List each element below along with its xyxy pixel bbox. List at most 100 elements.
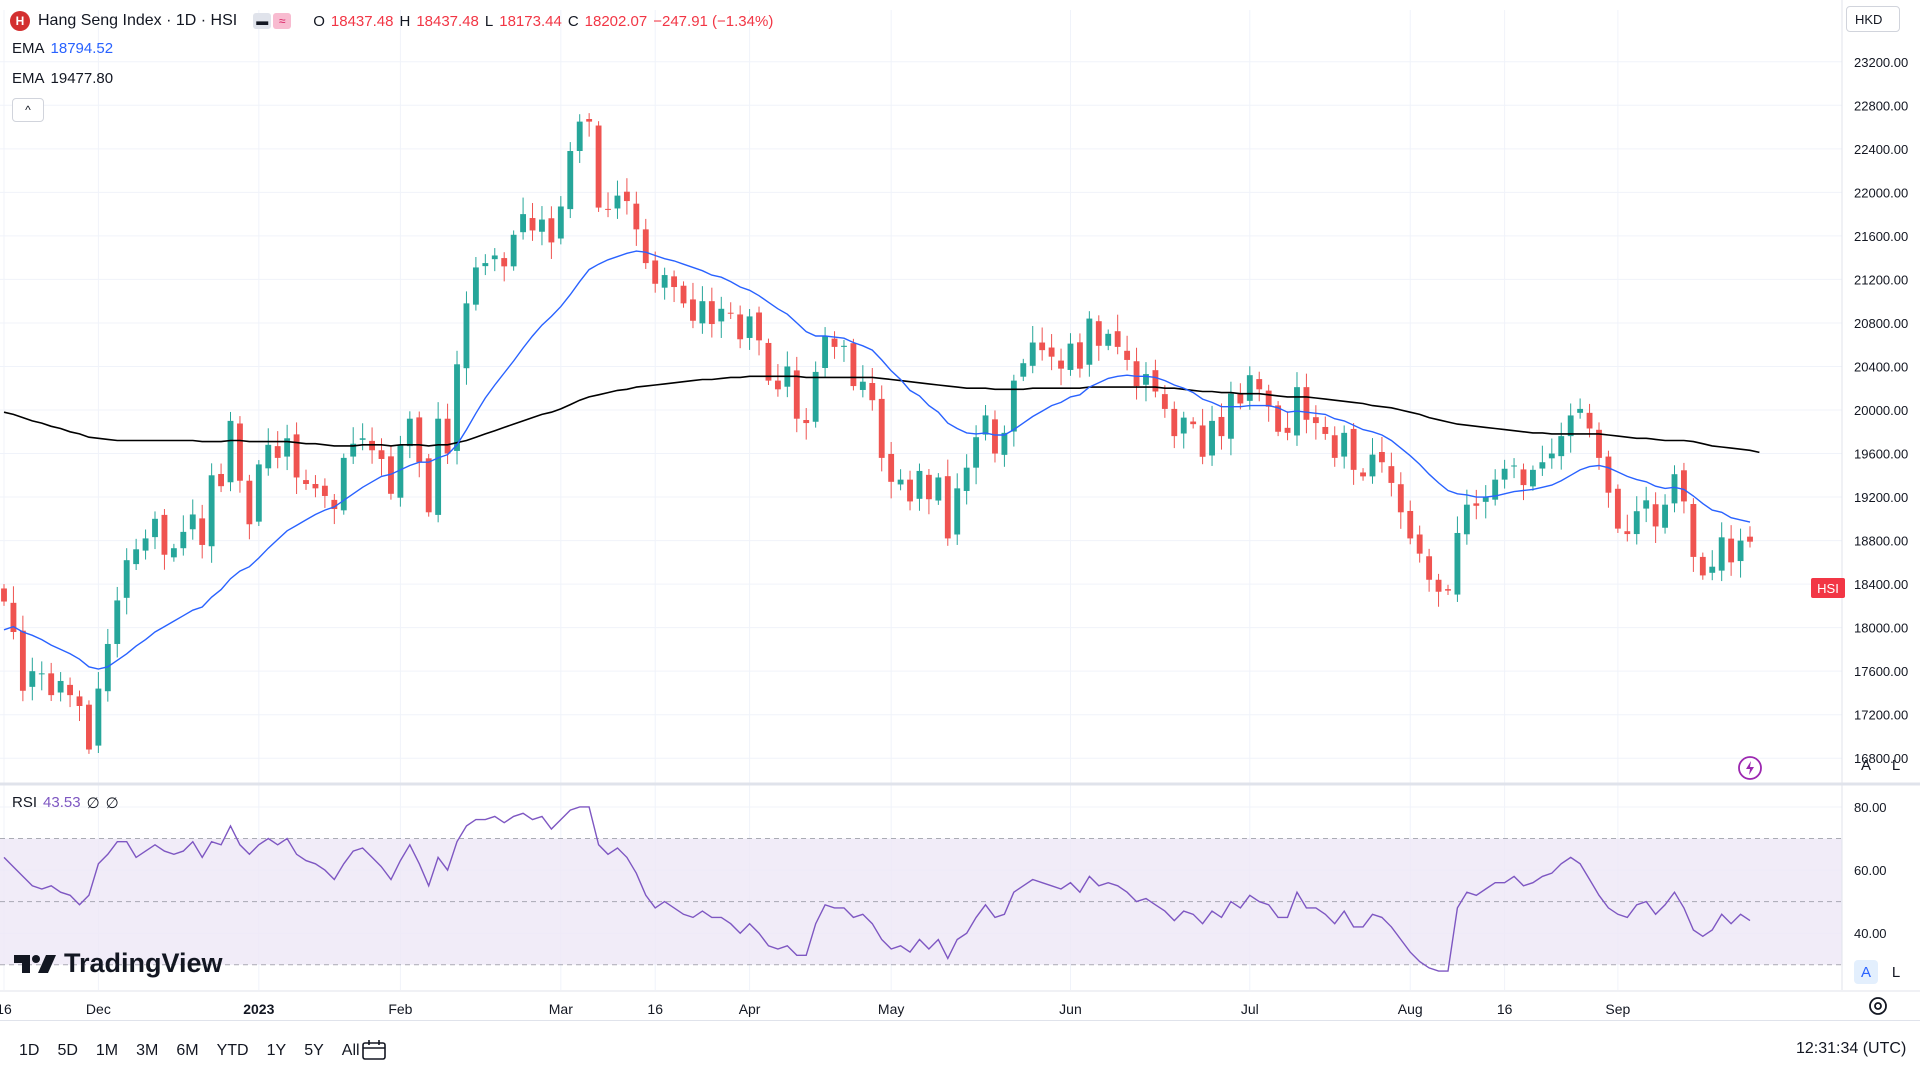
price-tick-label: 20400.00 — [1854, 359, 1908, 374]
candle-body — [444, 418, 451, 454]
candle-body — [1633, 511, 1640, 535]
candle-body — [1303, 387, 1310, 420]
candle-body — [1331, 435, 1338, 458]
candle-body — [841, 345, 847, 347]
candle-body — [1095, 321, 1102, 346]
collapse-legend-button[interactable]: ^ — [12, 98, 44, 122]
tf-6m[interactable]: 6M — [167, 1038, 207, 1064]
log-scale-button[interactable]: L — [1884, 753, 1908, 777]
ema-fast-legend[interactable]: EMA 18794.52 — [12, 40, 113, 57]
candle-body — [925, 474, 932, 500]
candle-body — [614, 195, 621, 209]
candle-body — [1643, 500, 1650, 509]
tf-5y[interactable]: 5Y — [295, 1038, 333, 1064]
price-tick-label: 22800.00 — [1854, 98, 1908, 113]
candle-body — [199, 518, 206, 545]
rsi-extra-1: ∅ — [86, 795, 100, 812]
candle-body — [1699, 556, 1706, 576]
candle-body — [1558, 436, 1565, 457]
tf-1m[interactable]: 1M — [87, 1038, 127, 1064]
candle-body — [1161, 394, 1168, 409]
candle-body — [1010, 380, 1017, 432]
candle-body — [1029, 342, 1036, 366]
rsi-legend[interactable]: RSI 43.53 ∅ ∅ — [12, 794, 119, 812]
candle-body — [1312, 417, 1319, 424]
tradingview-logo[interactable]: TradingView — [14, 948, 223, 979]
candle-body — [1001, 432, 1008, 455]
tf-3m[interactable]: 3M — [127, 1038, 167, 1064]
tf-5d[interactable]: 5D — [48, 1038, 86, 1064]
settings-gear-icon[interactable] — [1866, 994, 1890, 1018]
time-tick-label: 16 — [1497, 1001, 1513, 1017]
candle-body — [1237, 393, 1244, 404]
candle-body — [1463, 504, 1470, 535]
candle-body — [935, 477, 942, 501]
candle-body — [907, 479, 913, 502]
chevron-up-icon: ^ — [25, 103, 31, 117]
tf-ytd[interactable]: YTD — [208, 1038, 258, 1064]
candle-body — [501, 258, 508, 267]
candle-body — [1501, 468, 1508, 480]
rsi-log-scale-button[interactable]: L — [1884, 960, 1908, 984]
ema-slow-legend[interactable]: EMA 19477.80 — [12, 70, 113, 87]
candle-body — [1397, 484, 1404, 513]
date-range-calendar-icon[interactable] — [360, 1038, 388, 1062]
candle-body — [1586, 412, 1593, 429]
candle-body — [1539, 462, 1546, 469]
candle-body — [727, 312, 734, 314]
price-tick-label: 18800.00 — [1854, 534, 1908, 549]
candle-body — [963, 467, 970, 491]
time-tick-label: Sep — [1605, 1001, 1630, 1017]
candle-body — [1435, 579, 1442, 592]
tf-1y[interactable]: 1Y — [258, 1038, 296, 1064]
candle-body — [708, 301, 715, 325]
rsi-tick-label: 60.00 — [1854, 863, 1887, 878]
candle-body — [1473, 503, 1480, 506]
rsi-auto-scale-button[interactable]: A — [1854, 960, 1878, 984]
candle-body — [293, 434, 300, 478]
candle-body — [265, 444, 272, 469]
candle-body — [1067, 343, 1074, 370]
currency-selector[interactable]: HKD — [1846, 6, 1900, 32]
time-tick-label: Dec — [86, 1001, 111, 1017]
candle-body — [1180, 417, 1187, 434]
ema-slow-label: EMA — [12, 70, 45, 87]
tf-1d[interactable]: 1D — [10, 1038, 48, 1064]
price-axis-labels: 16800.0017200.0017600.0018000.0018400.00… — [1854, 55, 1908, 766]
candle-body — [1388, 466, 1395, 483]
candle-body — [435, 418, 442, 515]
auto-scale-button[interactable]: A — [1854, 753, 1878, 777]
tradingview-logo-icon — [14, 954, 56, 973]
candle-body — [189, 514, 196, 530]
candle-body — [161, 514, 168, 555]
time-axis-labels: 16 Dec 2023 Feb Mar 16 Apr May Jun Jul Aug 16 Sep — [0, 1001, 1631, 1017]
symbol-title[interactable]: Hang Seng Index · 1D · HSI — [38, 12, 237, 30]
compare-button[interactable]: ▬ ≈ — [253, 13, 292, 29]
candle-body — [180, 531, 187, 549]
candle-body — [463, 303, 470, 369]
price-tick-label: 19200.00 — [1854, 490, 1908, 505]
candle-body — [1511, 465, 1517, 467]
candle-body — [406, 418, 413, 447]
candle-body — [1076, 342, 1083, 369]
lightning-icon[interactable] — [1737, 755, 1763, 781]
rsi-background — [0, 838, 1842, 966]
candle-body — [1341, 432, 1348, 457]
candle-body — [548, 218, 555, 243]
chart-canvas[interactable]: 16800.0017200.0017600.0018000.0018400.00… — [0, 0, 1920, 1080]
candle-body — [699, 301, 706, 324]
candle-body — [1548, 453, 1555, 459]
compare-icon: ▬ — [253, 13, 272, 29]
candle-body — [897, 479, 904, 485]
candle-body — [416, 417, 423, 463]
candle-body — [482, 263, 489, 267]
candle-body — [1369, 454, 1376, 477]
candle-body — [1671, 474, 1678, 504]
candle-body — [1454, 532, 1461, 595]
symbol-legend[interactable]: H Hang Seng Index · 1D · HSI ▬ ≈ O 18437.… — [10, 8, 773, 34]
utc-clock[interactable]: 12:31:34 (UTC) — [1796, 1040, 1906, 1058]
candle-body — [992, 419, 998, 454]
candle-body — [746, 316, 753, 338]
candle-body — [1709, 566, 1716, 573]
rsi-axis-labels: 40.00 60.00 80.00 — [1854, 800, 1887, 941]
